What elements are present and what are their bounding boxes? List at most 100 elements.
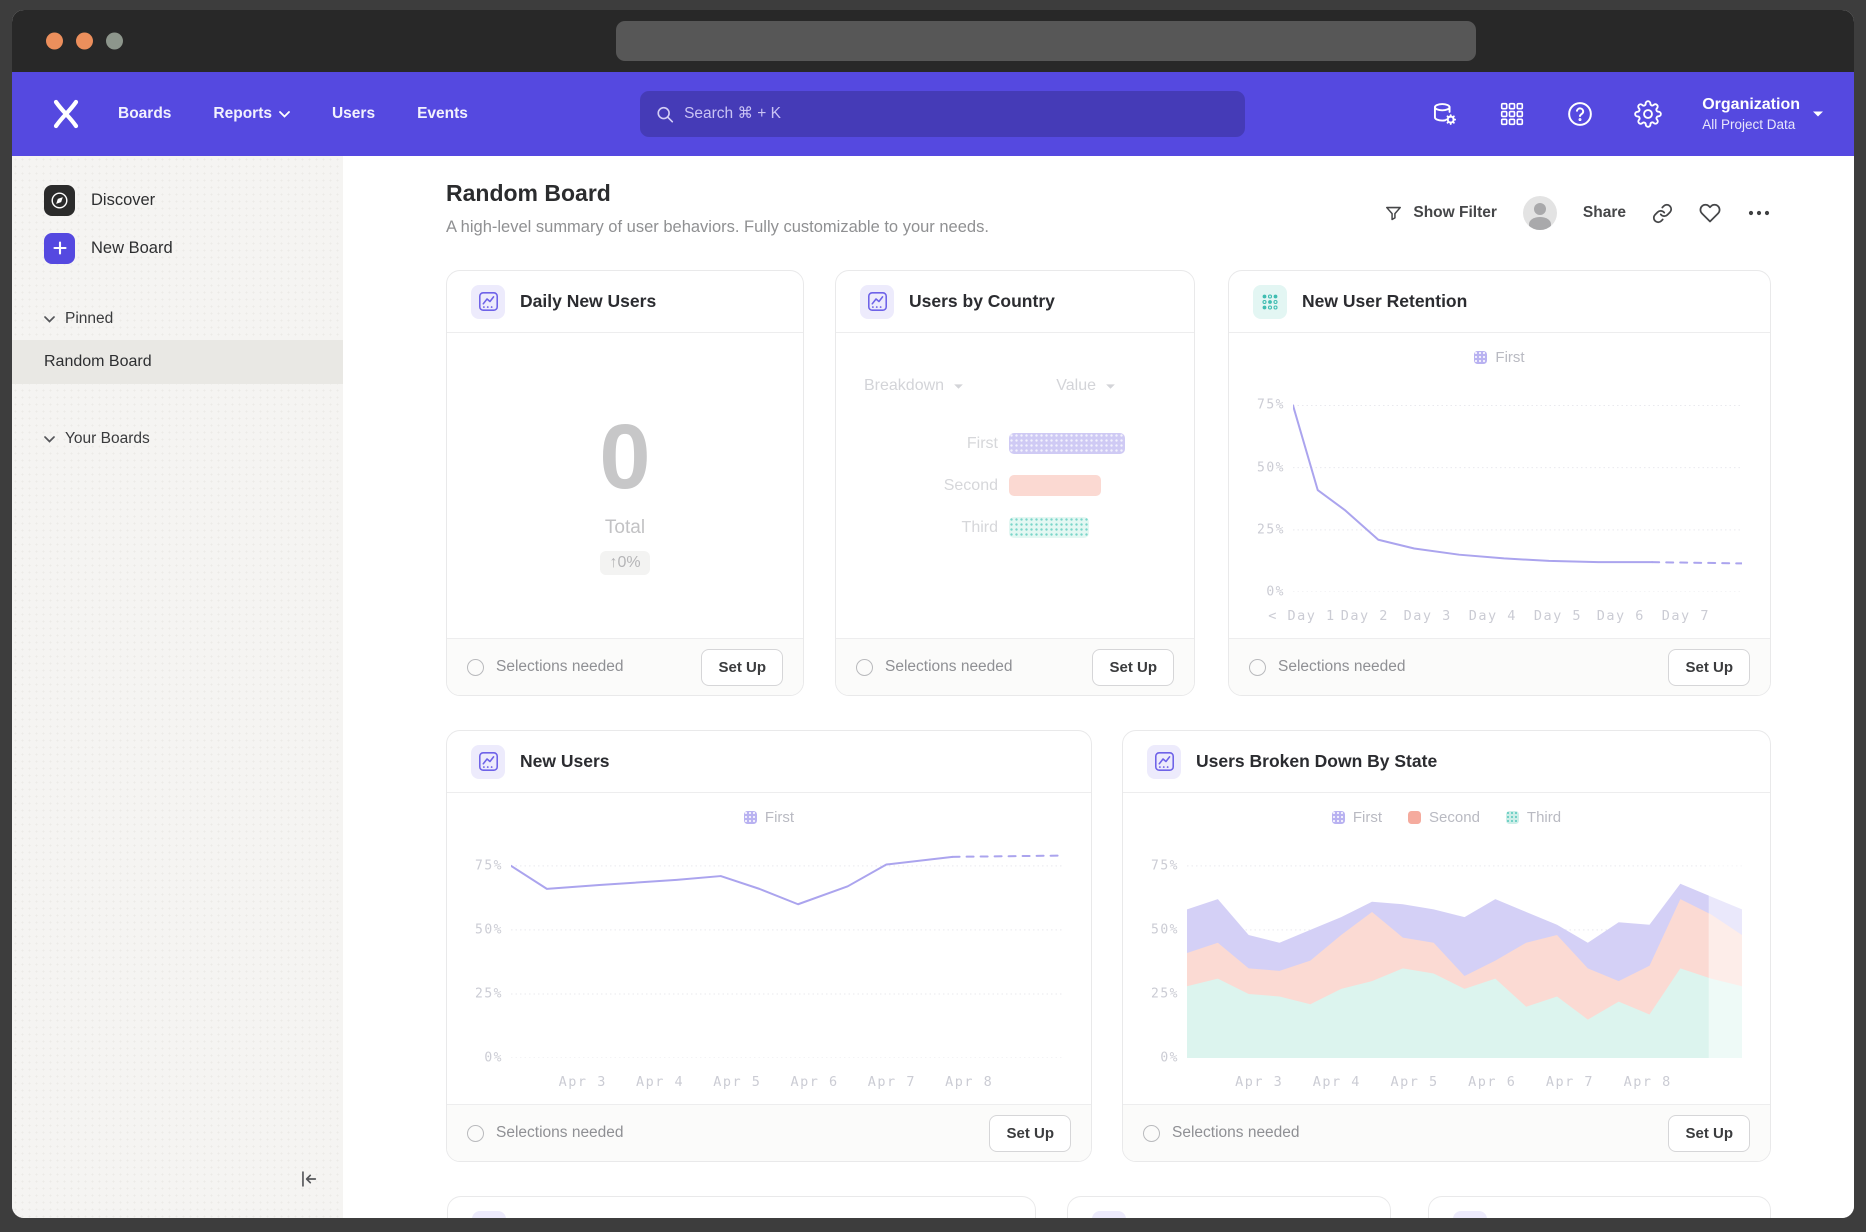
legend-swatch-icon [1506,811,1519,824]
new-users-chart: First75%50%25%0%Apr 3Apr 4Apr 5Apr 6Apr … [447,793,1091,1104]
y-axis-label: 25% [475,986,503,1001]
board-actions: Show Filter Share [1384,196,1771,230]
x-axis-label: Apr 4 [1313,1074,1361,1090]
chevron-down-icon [1105,383,1116,390]
show-filter-button[interactable]: Show Filter [1384,204,1497,223]
x-axis-label: Apr 7 [868,1074,916,1090]
nav-menu: Boards Reports Users Events [104,95,482,133]
y-axis-label: 0% [484,1051,503,1066]
sidebar-item-new-board[interactable]: New Board [12,224,343,272]
search-icon [656,105,674,124]
copy-link-icon[interactable] [1652,203,1673,224]
board-description: A high-level summary of user behaviors. … [446,218,989,237]
state-area-chart: FirstSecondThird75%50%25%0%Apr 3Apr 4Apr… [1123,793,1770,1104]
set-up-button[interactable]: Set Up [701,649,783,686]
data-management-icon[interactable] [1430,100,1458,128]
x-axis-label: Apr 7 [1546,1074,1594,1090]
country-bar-row: Third [836,517,1194,538]
card-title: Insights Report [1141,1218,1269,1219]
sidebar-section-your-boards[interactable]: Your Boards [12,418,343,460]
x-axis-label: < Day 1 [1268,608,1335,624]
settings-gear-icon[interactable] [1634,100,1662,128]
selection-radio-icon [1143,1125,1160,1142]
url-bar[interactable] [616,21,1476,61]
line-chart-icon [471,285,505,319]
line-chart-icon [1092,1211,1126,1218]
set-up-button[interactable]: Set Up [989,1115,1071,1152]
sidebar-item-discover[interactable]: Discover [12,176,343,224]
nav-item-boards[interactable]: Boards [104,95,185,133]
window-control-dot[interactable] [106,33,123,50]
more-options-icon[interactable] [1747,209,1771,217]
breakdown-dropdown[interactable]: Breakdown [864,377,964,395]
retention-grid-icon [1253,285,1287,319]
set-up-button[interactable]: Set Up [1092,649,1174,686]
card-daily-new-users: Daily New Users 0 Total ↑0% Selections n… [446,270,804,696]
y-axis-label: 50% [1257,460,1285,475]
legend-item: First [744,809,794,826]
status-text: Selections needed [496,1124,624,1142]
nav-actions: Organization All Project Data [1430,96,1824,132]
metric-value: 0 [599,411,650,503]
line-chart-icon [860,285,894,319]
card-title: Active Users [1502,1218,1608,1219]
help-icon[interactable] [1566,100,1594,128]
legend-swatch-icon [1332,811,1345,824]
share-button[interactable]: Share [1583,204,1626,222]
window-control-dot[interactable] [46,33,63,50]
sidebar-item-random-board[interactable]: Random Board [12,340,343,384]
y-axis-label: 0% [1160,1051,1179,1066]
card-insights-report: Insights Report [1067,1196,1391,1218]
bar [1009,475,1101,496]
metric-label: Total [605,517,645,539]
metric-block: 0 Total ↑0% [447,333,803,638]
global-search[interactable] [640,91,1245,137]
mixpanel-logo-icon[interactable] [46,98,86,130]
nav-item-users[interactable]: Users [318,95,389,133]
set-up-button[interactable]: Set Up [1668,1115,1750,1152]
card-title: New Users [520,751,610,772]
y-axis-label: 50% [1151,922,1179,937]
card-active-users: Active Users [1428,1196,1771,1218]
card-title: Users Broken Down By State [1196,751,1437,772]
x-axis-label: Apr 3 [559,1074,607,1090]
sidebar-collapse-icon[interactable] [291,1162,325,1196]
window-control-dot[interactable] [76,33,93,50]
bar-label: Third [836,519,998,537]
browser-window: Boards Reports Users Events [12,10,1854,1218]
legend-item: First [1332,809,1382,826]
status-text: Selections needed [1172,1124,1300,1142]
status-text: Selections needed [885,658,1013,676]
org-switcher[interactable]: Organization All Project Data [1702,96,1824,132]
window-controls[interactable] [46,33,123,50]
legend-item: First [1474,349,1524,366]
set-up-button[interactable]: Set Up [1668,649,1750,686]
chevron-down-icon [953,383,964,390]
nav-item-reports[interactable]: Reports [199,95,304,133]
search-input[interactable] [684,105,1229,123]
selection-radio-icon [856,659,873,676]
sidebar-section-pinned[interactable]: Pinned [12,298,343,340]
chevron-down-icon [44,316,55,323]
filter-icon [1384,204,1403,223]
bar-label: Second [836,477,998,495]
legend-item: Third [1506,809,1561,826]
card-title: Stacked Line Graph [521,1218,685,1219]
country-bar-list: FirstSecondThird [836,433,1194,538]
favorite-heart-icon[interactable] [1699,202,1721,224]
avatar[interactable] [1523,196,1557,230]
sidebar: Discover New Board Pinned Random Board Y… [12,156,343,1218]
card-title: Users by Country [909,291,1055,312]
y-axis-label: 0% [1266,585,1285,600]
x-axis-label: Apr 8 [1624,1074,1672,1090]
board-canvas: Random Board A high-level summary of use… [343,156,1854,1218]
nav-item-events[interactable]: Events [403,95,482,133]
card-users-by-country: Users by Country Breakdown Value FirstSe [835,270,1195,696]
y-axis-label: 25% [1151,986,1179,1001]
retention-chart: First75%50%25%0%< Day 1Day 2Day 3Day 4Da… [1229,333,1770,638]
value-dropdown[interactable]: Value [1056,377,1116,395]
chevron-down-icon [44,436,55,443]
line-chart-icon [471,745,505,779]
chart-legend: FirstSecondThird [1123,809,1770,826]
apps-grid-icon[interactable] [1498,100,1526,128]
